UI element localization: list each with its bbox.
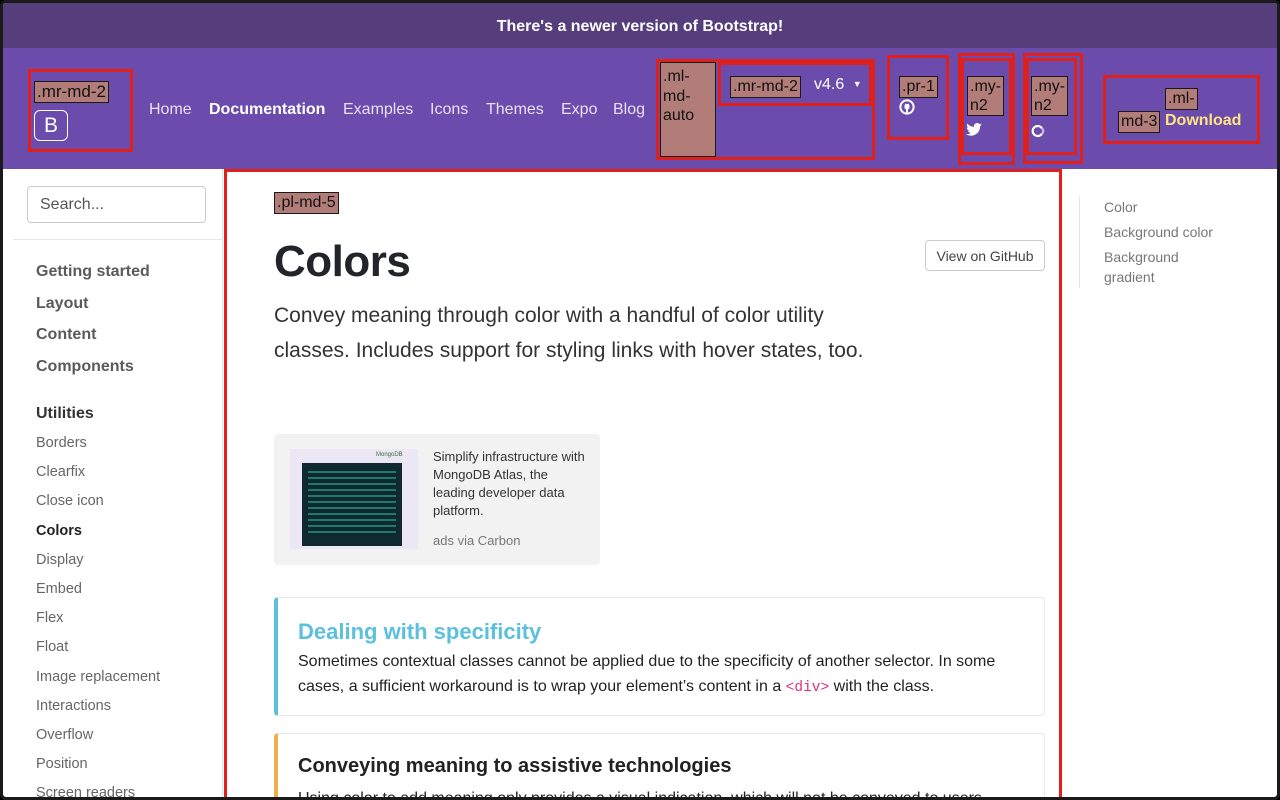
twitter-icon[interactable] bbox=[966, 123, 982, 137]
ad-code-lines bbox=[308, 471, 396, 537]
announcement-banner[interactable]: There's a newer version of Bootstrap! bbox=[3, 3, 1277, 48]
version-class-tag: .mr-md-2 bbox=[730, 76, 801, 98]
sidebar-section-getting-started[interactable]: Getting started bbox=[36, 263, 150, 281]
callout-title: Dealing with specificity bbox=[298, 619, 542, 644]
download-class-tag-line2: md-3 bbox=[1118, 111, 1161, 133]
nav-documentation[interactable]: Documentation bbox=[209, 101, 325, 119]
sidebar-item-flex[interactable]: Flex bbox=[36, 610, 63, 626]
sidebar-item-interactions[interactable]: Interactions bbox=[36, 698, 111, 714]
ad-via[interactable]: ads via Carbon bbox=[433, 533, 520, 548]
opencollective-class-tag: .my- n2 bbox=[1031, 76, 1069, 116]
sidebar-item-display[interactable]: Display bbox=[36, 552, 84, 568]
sidebar-section-content[interactable]: Content bbox=[36, 326, 96, 344]
sidebar-item-close-icon[interactable]: Close icon bbox=[36, 493, 104, 509]
download-class-tag-line1: .ml- bbox=[1165, 88, 1198, 110]
sidebar-item-colors[interactable]: Colors bbox=[36, 523, 82, 539]
brand-class-tag: .mr-md-2 bbox=[34, 81, 109, 103]
sidebar: Getting started Layout Content Component… bbox=[13, 169, 223, 797]
sidebar-section-components[interactable]: Components bbox=[36, 358, 134, 376]
page-lead: Convey meaning through color with a hand… bbox=[274, 304, 864, 362]
nav-examples[interactable]: Examples bbox=[343, 101, 413, 119]
navbar: .mr-md-2 B Home Documentation Examples I… bbox=[3, 48, 1277, 169]
ad-text[interactable]: Simplify infrastructure with MongoDB Atl… bbox=[433, 448, 593, 520]
toc-background-gradient[interactable]: Background gradient bbox=[1104, 247, 1204, 287]
toc-color[interactable]: Color bbox=[1104, 197, 1137, 217]
search-input[interactable] bbox=[27, 186, 206, 223]
table-of-contents: Color Background color Background gradie… bbox=[1079, 196, 1249, 288]
sidebar-item-clearfix[interactable]: Clearfix bbox=[36, 464, 85, 480]
browser-frame: There's a newer version of Bootstrap! .m… bbox=[0, 0, 1280, 800]
sidebar-item-borders[interactable]: Borders bbox=[36, 435, 87, 451]
nav-blog[interactable]: Blog bbox=[613, 101, 645, 119]
download-button[interactable]: Download bbox=[1165, 112, 1241, 130]
inline-code: <div> bbox=[785, 680, 830, 696]
github-icon[interactable] bbox=[899, 99, 915, 115]
toc-background-color[interactable]: Background color bbox=[1104, 222, 1213, 242]
twitter-class-tag: .my- n2 bbox=[967, 76, 1005, 116]
version-label: v4.6 bbox=[814, 76, 845, 93]
sidebar-divider bbox=[13, 239, 223, 240]
nav-expo[interactable]: Expo bbox=[561, 101, 597, 119]
sidebar-section-layout[interactable]: Layout bbox=[36, 295, 88, 313]
sidebar-item-position[interactable]: Position bbox=[36, 756, 88, 772]
sidebar-item-float[interactable]: Float bbox=[36, 639, 68, 655]
sidebar-item-overflow[interactable]: Overflow bbox=[36, 727, 93, 743]
version-dropdown[interactable]: v4.6 ▼ bbox=[814, 76, 862, 94]
nav-icons[interactable]: Icons bbox=[430, 101, 468, 119]
callout-text: Sometimes contextual classes cannot be a… bbox=[298, 653, 996, 696]
page-title: Colors bbox=[274, 237, 411, 286]
nav-home[interactable]: Home bbox=[149, 101, 192, 119]
opencollective-icon[interactable] bbox=[1030, 123, 1046, 139]
ad-brand: MongoDB bbox=[376, 452, 403, 458]
brand-letter: B bbox=[43, 114, 58, 137]
chevron-down-icon: ▼ bbox=[852, 79, 862, 89]
main-padding-class-tag: .pl-md-5 bbox=[274, 192, 339, 214]
view-on-github-button[interactable]: View on GitHub bbox=[925, 240, 1045, 271]
github-class-tag: .pr-1 bbox=[899, 76, 938, 98]
sidebar-section-utilities[interactable]: Utilities bbox=[36, 405, 94, 423]
nav-themes[interactable]: Themes bbox=[486, 101, 544, 119]
sidebar-item-image-replacement[interactable]: Image replacement bbox=[36, 669, 160, 685]
bootstrap-logo[interactable]: B bbox=[34, 110, 68, 141]
ad-code-block bbox=[302, 463, 402, 546]
callout-text: Using color to add meaning only provides… bbox=[298, 790, 982, 800]
callout-info: Dealing with specificity Sometimes conte… bbox=[274, 597, 1045, 716]
ml-md-auto-tag: .ml- md- auto bbox=[660, 62, 716, 157]
callout-warning: Conveying meaning to assistive technolog… bbox=[274, 733, 1045, 800]
carbon-ad[interactable]: MongoDB Simplify infrastructure with Mon… bbox=[274, 434, 600, 565]
sidebar-item-screen-readers[interactable]: Screen readers bbox=[36, 785, 135, 797]
sidebar-item-embed[interactable]: Embed bbox=[36, 581, 82, 597]
callout-title: Conveying meaning to assistive technolog… bbox=[298, 755, 732, 777]
